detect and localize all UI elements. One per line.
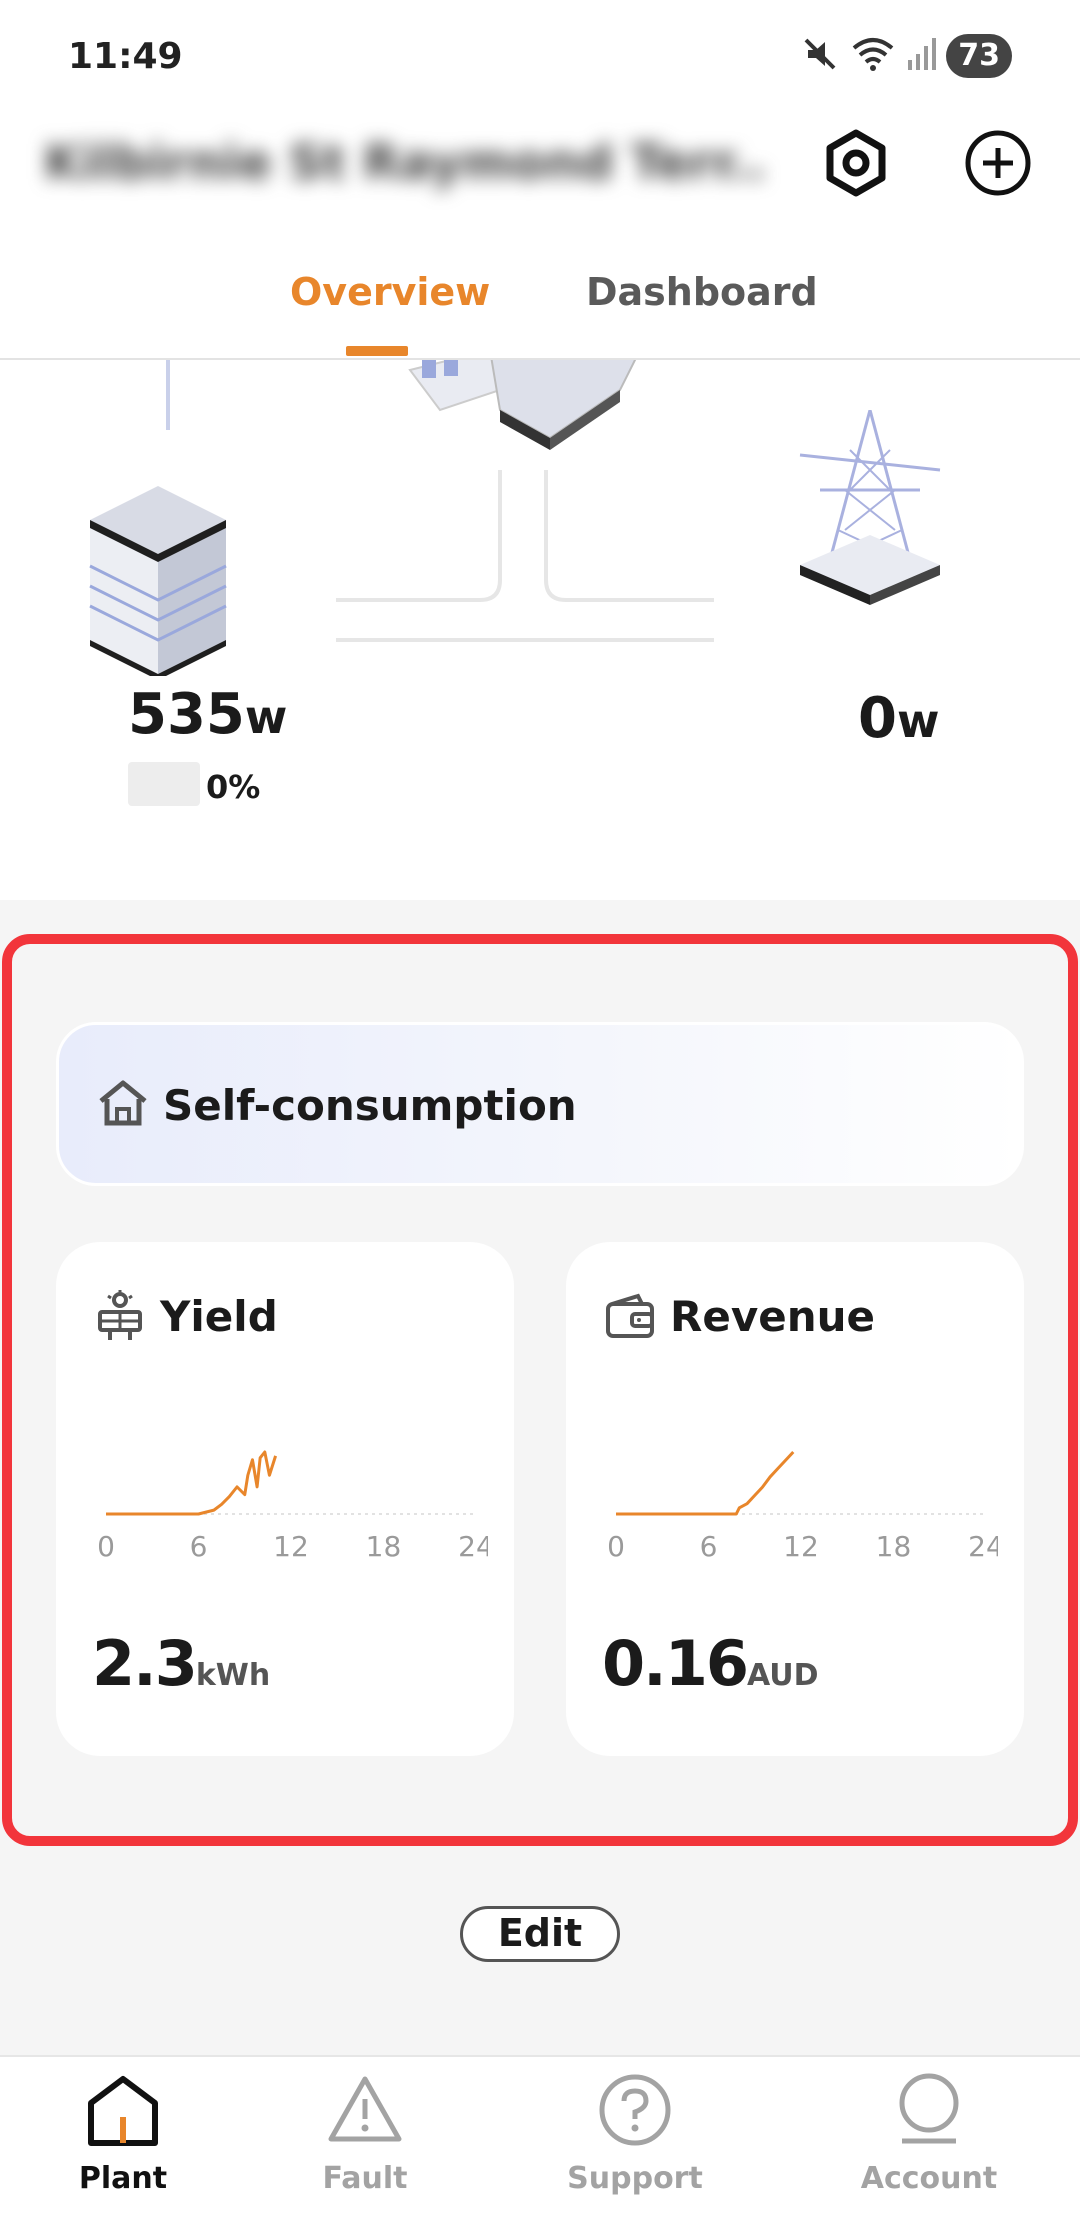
grid-power-unit: w (896, 694, 940, 748)
battery-indicator: 73 (946, 34, 1012, 78)
tab-overview[interactable]: Overview (290, 270, 490, 314)
app-header: Kilbirnie St Raymond Terr... (0, 115, 1080, 215)
plant-house-icon (87, 2073, 159, 2151)
nav-support-label: Support (567, 2161, 703, 2196)
nav-account-label: Account (860, 2161, 998, 2196)
battery-storage-icon (89, 486, 227, 676)
highlight-frame (2, 934, 1078, 1846)
settings-button[interactable] (816, 125, 896, 205)
tab-bar: Overview Dashboard (0, 250, 1080, 360)
battery-power-value: 535w (128, 682, 287, 747)
nav-fault-label: Fault (322, 2161, 408, 2196)
nav-account[interactable]: Account (854, 2057, 1004, 2219)
add-button[interactable] (958, 125, 1038, 205)
battery-soc-bar (128, 762, 200, 806)
status-time: 11:49 (68, 36, 183, 77)
nav-plant[interactable]: Plant (58, 2057, 188, 2219)
grid-power-value: 0w (858, 686, 939, 751)
edit-button[interactable]: Edit (460, 1906, 620, 1962)
warning-triangle-icon (327, 2073, 403, 2149)
user-account-icon (894, 2073, 964, 2151)
settings-nut-icon (821, 128, 891, 202)
plus-circle-icon (963, 128, 1033, 202)
plant-name[interactable]: Kilbirnie St Raymond Terr... (44, 135, 764, 195)
battery-soc-text: 0% (206, 768, 261, 806)
battery-power-unit: w (244, 690, 288, 744)
active-tab-indicator (346, 346, 408, 356)
status-bar: 11:49 73 (0, 0, 1080, 120)
mute-icon (800, 34, 840, 78)
nav-support[interactable]: Support (560, 2057, 710, 2219)
nav-plant-label: Plant (78, 2161, 168, 2196)
grid-tower-icon (799, 410, 941, 605)
status-icons: 73 (800, 34, 1012, 78)
bottom-navigation: Plant Fault Support Account (0, 2055, 1080, 2219)
nav-fault[interactable]: Fault (300, 2057, 430, 2219)
house-icon (408, 360, 637, 450)
question-circle-icon (598, 2073, 672, 2151)
grid-power-number: 0 (858, 686, 897, 751)
energy-flow-diagram: 535w 0% 0w (0, 360, 1080, 900)
tab-dashboard[interactable]: Dashboard (586, 270, 818, 314)
battery-power-number: 535 (128, 682, 245, 747)
signal-icon (906, 34, 937, 78)
wifi-icon (850, 34, 896, 78)
